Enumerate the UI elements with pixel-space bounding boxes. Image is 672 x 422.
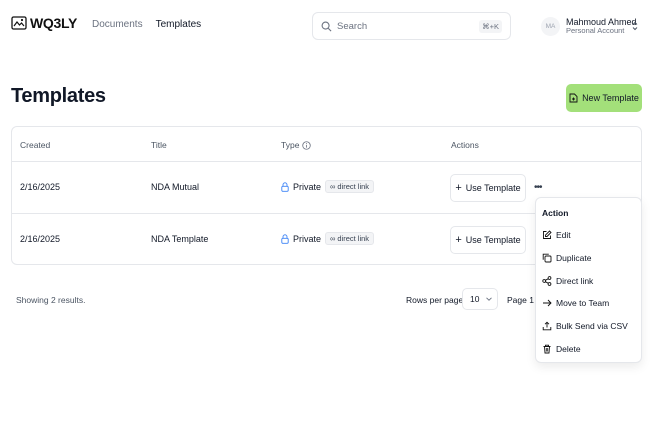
use-template-button[interactable]: + Use Template <box>450 174 526 202</box>
avatar: MA <box>541 16 560 36</box>
new-template-label: New Template <box>582 93 639 103</box>
link-icon: ∞ <box>330 234 336 243</box>
user-info: Mahmoud Ahmed Personal Account <box>566 17 637 36</box>
column-created[interactable]: Created <box>20 140 50 150</box>
more-actions-icon[interactable]: ••• <box>534 182 542 193</box>
menu-item-label: Delete <box>556 344 581 354</box>
menu-title: Action <box>542 208 569 218</box>
page-title: Templates <box>11 85 106 107</box>
main-nav: Documents Templates <box>92 19 201 30</box>
menu-item-edit[interactable]: Edit <box>542 228 571 242</box>
logo-icon <box>11 16 27 30</box>
file-plus-icon <box>569 93 578 103</box>
chevron-down-icon <box>486 297 492 301</box>
menu-item-label: Duplicate <box>556 253 592 263</box>
direct-link-badge: ∞ direct link <box>325 180 375 193</box>
menu-item-label: Bulk Send via CSV <box>556 321 628 331</box>
use-template-button[interactable]: + Use Template <box>450 226 526 254</box>
menu-item-duplicate[interactable]: Duplicate <box>542 251 591 265</box>
plus-icon: + <box>455 181 462 194</box>
template-title[interactable]: NDA Template <box>151 234 208 244</box>
visibility-label: Private <box>293 181 322 192</box>
user-menu[interactable]: MA Mahmoud Ahmed Personal Account <box>541 12 643 40</box>
search-icon <box>321 21 332 31</box>
nav-documents[interactable]: Documents <box>92 19 143 30</box>
column-type-label: Type <box>281 140 300 150</box>
share-icon <box>542 276 552 286</box>
column-title[interactable]: Title <box>151 140 167 150</box>
search-input[interactable] <box>337 20 480 32</box>
badge-label: direct link <box>337 234 370 243</box>
account-type: Personal Account <box>566 25 625 35</box>
menu-item-delete[interactable]: Delete <box>542 342 581 356</box>
menu-item-label: Edit <box>556 230 571 240</box>
created-date: 2/16/2025 <box>20 234 61 244</box>
chevron-up-down-icon <box>632 21 638 31</box>
plus-icon: + <box>455 233 462 246</box>
search-shortcut: ⌘+K <box>479 19 502 33</box>
menu-item-direct-link[interactable]: Direct link <box>542 274 593 288</box>
info-icon[interactable] <box>302 140 312 150</box>
action-menu: Action Edit Duplicate Direct link Move t… <box>535 197 642 363</box>
arrow-right-icon <box>543 299 552 307</box>
menu-item-label: Direct link <box>556 276 594 286</box>
lock-icon <box>281 233 289 244</box>
top-bar: WQ3LY Documents Templates ⌘+K MA Mahmoud… <box>0 0 672 52</box>
type-cell: Private ∞ direct link <box>281 180 375 193</box>
results-count: Showing 2 results. <box>16 295 86 305</box>
rows-per-page-label: Rows per page <box>406 295 464 305</box>
trash-icon <box>543 344 551 354</box>
upload-icon <box>542 321 552 331</box>
created-date: 2/16/2025 <box>20 182 61 192</box>
use-template-label: Use Template <box>465 235 521 245</box>
menu-item-label: Move to Team <box>556 298 610 308</box>
type-cell: Private ∞ direct link <box>281 232 375 245</box>
use-template-label: Use Template <box>465 183 521 193</box>
lock-icon <box>281 181 289 192</box>
menu-item-move-to-team[interactable]: Move to Team <box>542 296 609 310</box>
column-actions: Actions <box>451 140 479 150</box>
link-icon: ∞ <box>330 182 336 191</box>
rows-per-page-select[interactable]: 10 <box>462 288 498 310</box>
edit-icon <box>543 230 552 239</box>
search-box[interactable]: ⌘+K <box>312 12 511 40</box>
new-template-button[interactable]: New Template <box>566 84 642 112</box>
template-title[interactable]: NDA Mutual <box>151 182 199 192</box>
brand-logo[interactable]: WQ3LY <box>11 15 77 31</box>
duplicate-icon <box>542 253 552 263</box>
rows-per-page-value: 10 <box>470 294 480 304</box>
badge-label: direct link <box>337 182 370 191</box>
table-header: Created Title Type Actions <box>12 127 641 162</box>
menu-item-bulk-send[interactable]: Bulk Send via CSV <box>542 319 628 333</box>
nav-templates[interactable]: Templates <box>156 19 202 30</box>
brand-name: WQ3LY <box>30 15 77 31</box>
visibility-label: Private <box>293 233 322 244</box>
column-type[interactable]: Type <box>281 140 312 150</box>
direct-link-badge: ∞ direct link <box>325 232 375 245</box>
